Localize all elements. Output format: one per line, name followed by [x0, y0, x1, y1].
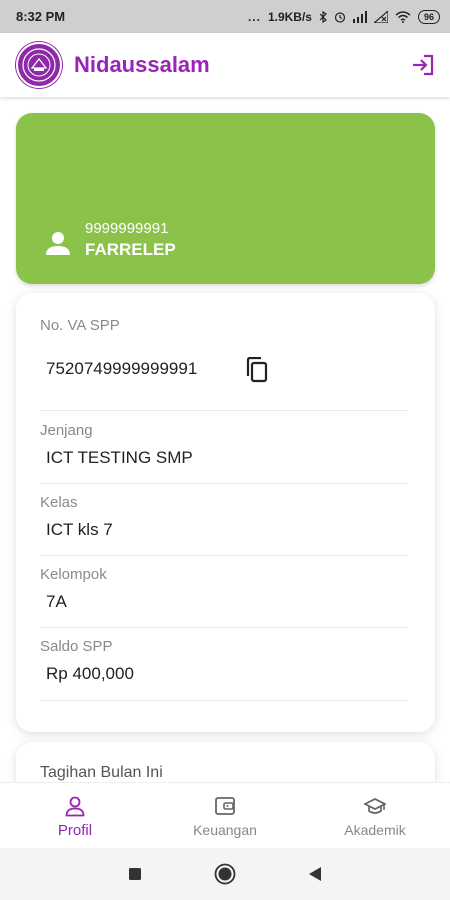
battery-indicator: 96 [417, 9, 440, 24]
logout-icon[interactable] [410, 52, 436, 78]
user-icon [46, 232, 70, 255]
logo-emblem-icon [22, 48, 56, 82]
copy-icon[interactable] [245, 357, 269, 383]
student-id: 9999999991 [85, 220, 169, 237]
saldo-label: Saldo SPP [40, 638, 113, 655]
wifi-icon [395, 10, 411, 23]
nav-item-profil[interactable]: Profil [0, 783, 150, 848]
back-icon[interactable] [308, 866, 322, 882]
home-icon[interactable] [214, 863, 236, 885]
person-icon [65, 796, 85, 817]
nav-label-profil: Profil [57, 822, 93, 839]
bluetooth-icon [319, 10, 327, 23]
signal-icon [352, 10, 367, 23]
wallet-icon [215, 797, 235, 815]
saldo-value: Rp 400,000 [46, 664, 134, 683]
nav-label-keuangan: Keuangan [193, 822, 257, 838]
divider [40, 483, 408, 484]
app-bar: Nidaussalam [0, 33, 450, 97]
system-nav-bar [0, 848, 450, 900]
student-card: 9999999991 FARRELEP [16, 113, 435, 284]
divider [40, 555, 408, 556]
kelompok-value: 7A [46, 592, 67, 611]
kelompok-label: Kelompok [40, 566, 107, 583]
status-dots: ... [247, 9, 261, 24]
bottom-nav: Profil Keuangan Akademik [0, 782, 450, 848]
jenjang-value: ICT TESTING SMP [46, 448, 193, 467]
divider [40, 410, 408, 411]
nav-label-akademik: Akademik [344, 822, 406, 838]
kelas-label: Kelas [40, 494, 78, 511]
network-speed: 1.9KB/s [267, 9, 312, 24]
graduation-cap-icon [364, 798, 386, 814]
va-value: 7520749999999991 [46, 359, 198, 378]
kelas-value: ICT kls 7 [46, 520, 113, 539]
status-icons: ... 1.9KB/s 96 [247, 9, 440, 24]
va-label: No. VA SPP [40, 317, 120, 334]
signal-off-icon [373, 10, 388, 23]
billing-card-title: Tagihan Bulan Ini [40, 764, 163, 781]
divider [40, 627, 408, 628]
status-time: 8:32 PM [16, 9, 66, 24]
divider [40, 700, 408, 701]
app-logo [16, 42, 62, 88]
jenjang-label: Jenjang [40, 422, 93, 439]
nav-item-akademik[interactable]: Akademik [300, 783, 450, 848]
recents-icon[interactable] [128, 867, 142, 881]
nav-item-keuangan[interactable]: Keuangan [150, 783, 300, 848]
alarm-icon [334, 11, 346, 23]
student-name: FARRELEP [85, 240, 176, 259]
app-title: Nidaussalam [74, 52, 210, 77]
status-bar: 8:32 PM ... 1.9KB/s 96 [0, 0, 450, 33]
student-info-card: No. VA SPP 7520749999999991 Jenjang ICT … [16, 293, 435, 732]
